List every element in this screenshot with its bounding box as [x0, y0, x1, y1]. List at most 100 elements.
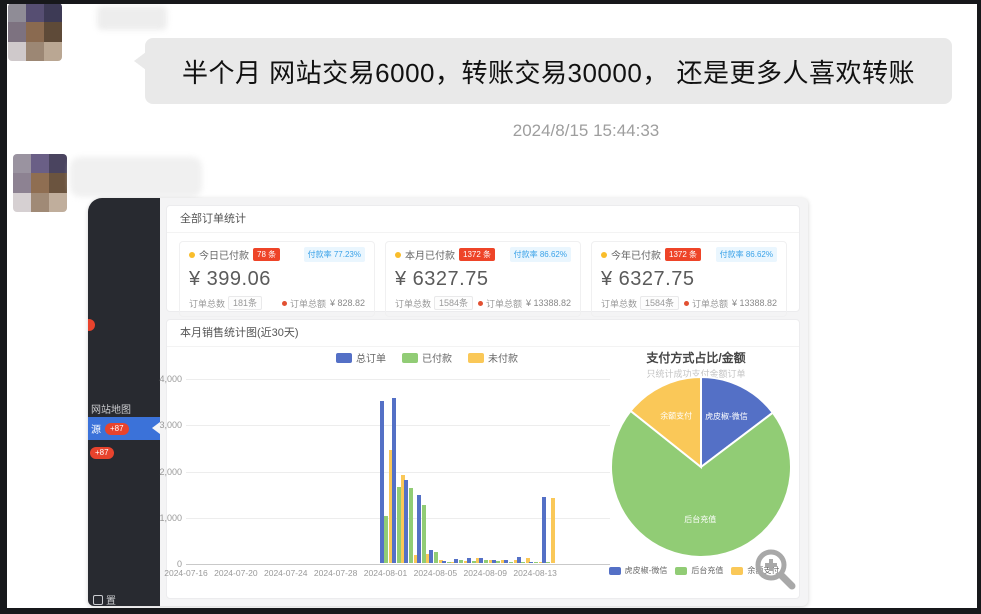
- avatar-pixel: [13, 154, 31, 173]
- bar-总订单-2024-08-03: [404, 480, 408, 563]
- avatar-pixel: [8, 22, 26, 41]
- pie-chart-title: 支付方式占比/金额: [591, 349, 801, 366]
- avatar-pixel: [26, 3, 44, 22]
- count-badge: 78 条: [253, 248, 280, 261]
- legend-item[interactable]: 已付款: [402, 350, 452, 365]
- bar-总订单-2024-08-08: [467, 558, 471, 563]
- avatar-pixel: [44, 42, 62, 61]
- stat-cards-row: 今日已付款 78 条 付款率 77.23% ¥ 399.06 订单总数 181条…: [167, 233, 799, 325]
- orange-dot-icon: [282, 301, 287, 306]
- yellow-dot-icon: [395, 252, 401, 258]
- y-axis-tick-label: 2,000: [146, 467, 182, 477]
- legend-swatch-icon: [675, 567, 687, 575]
- bar-已付款-2024-08-09: [484, 560, 488, 563]
- dashboard-screenshot[interactable]: 网站地图 源 +87 +87 置 全部订单统计 今日已付款 78 条: [88, 198, 808, 606]
- order-sum-label: 订单总额: [486, 297, 522, 310]
- gridline: [186, 472, 610, 473]
- avatar-pixel: [26, 42, 44, 61]
- bar-已付款-2024-08-04: [422, 505, 426, 563]
- count-badge: 1372 条: [459, 248, 495, 261]
- gridline: [186, 425, 610, 426]
- chat-message-text: 半个月 网站交易6000，转账交易30000， 还是更多人喜欢转账: [182, 53, 915, 90]
- sales-chart-panel: 本月销售统计图(近30天) 总订单已付款未付款 01,0002,0003,000…: [166, 319, 800, 599]
- y-axis-tick-label: 3,000: [146, 420, 182, 430]
- order-sum-value: ¥ 13388.82: [732, 298, 777, 308]
- avatar-pixel: [13, 173, 31, 192]
- bar-总订单-2024-08-11: [504, 560, 508, 563]
- legend-label: 后台充值: [691, 565, 723, 576]
- avatar-pixel: [49, 154, 67, 173]
- orders-panel-title: 全部订单统计: [167, 206, 799, 233]
- sales-panel-title: 本月销售统计图(近30天): [167, 320, 799, 347]
- stat-label: 今日已付款: [199, 247, 249, 262]
- avatar[interactable]: [8, 3, 62, 61]
- sidebar-item-label: 源: [91, 421, 101, 436]
- pie-chart: 虎皮椒-微信后台充值 余额支付: [608, 374, 794, 560]
- legend-swatch-icon: [609, 567, 621, 575]
- avatar-pixel: [49, 173, 67, 192]
- bar-总订单-2024-08-12: [517, 557, 521, 563]
- yellow-dot-icon: [601, 252, 607, 258]
- avatar[interactable]: [13, 154, 67, 212]
- legend-label: 未付款: [488, 350, 518, 365]
- sidebar-item-sitemap[interactable]: 网站地图: [91, 401, 131, 416]
- notification-dot: [88, 319, 95, 331]
- avatar-pixel: [26, 22, 44, 41]
- pie-slice-label: 虎皮椒-微信: [705, 411, 748, 421]
- avatar-pixel: [44, 3, 62, 22]
- bar-总订单-2024-08-14: [542, 497, 546, 563]
- legend-item[interactable]: 后台充值: [675, 565, 723, 576]
- bar-总订单-2024-08-05: [429, 550, 433, 563]
- bar-总订单-2024-08-02: [392, 398, 396, 563]
- pie-slice-label: 余额支付: [660, 411, 692, 421]
- avatar-pixel: [49, 193, 67, 212]
- bar-已付款-2024-08-12: [521, 562, 525, 563]
- avatar-pixel: [8, 3, 26, 22]
- chart-body: 总订单已付款未付款 01,0002,0003,0004,0002024-07-1…: [167, 347, 799, 601]
- stat-label: 本月已付款: [405, 247, 455, 262]
- bar-已付款-2024-08-08: [472, 561, 476, 563]
- sidebar-item-settings[interactable]: 置: [93, 592, 116, 606]
- admin-sidebar: 网站地图 源 +87 +87 置: [88, 198, 160, 606]
- y-axis-tick-label: 1,000: [146, 513, 182, 523]
- bar-已付款-2024-08-03: [409, 488, 413, 563]
- pay-rate-badge: 付款率 86.62%: [716, 247, 777, 262]
- legend-swatch-icon: [731, 567, 743, 575]
- zoom-in-icon[interactable]: [751, 545, 799, 593]
- bar-已付款-2024-08-14: [546, 562, 550, 563]
- order-sum-label: 订单总额: [692, 297, 728, 310]
- stat-card-month: 本月已付款 1372 条 付款率 86.62% ¥ 6327.75 订单总数 1…: [385, 241, 581, 317]
- order-count-value: 1584条: [434, 296, 473, 310]
- legend-item[interactable]: 未付款: [468, 350, 518, 365]
- order-count-label: 订单总数: [601, 297, 637, 310]
- order-count-label: 订单总数: [189, 297, 225, 310]
- bar-已付款-2024-08-02: [397, 487, 401, 563]
- order-sum-value: ¥ 13388.82: [526, 298, 571, 308]
- avatar-pixel: [31, 173, 49, 192]
- blurred-sender-name: [97, 6, 167, 30]
- legend-swatch-icon: [468, 353, 484, 363]
- pie-slice-label: 后台充值: [684, 514, 716, 524]
- count-badge: +87: [90, 447, 114, 459]
- legend-label: 总订单: [356, 350, 386, 365]
- bar-总订单-2024-08-06: [442, 561, 446, 563]
- orange-dot-icon: [684, 301, 689, 306]
- bar-已付款-2024-08-11: [509, 562, 513, 563]
- legend-item[interactable]: 总订单: [336, 350, 386, 365]
- amount-value: ¥ 399.06: [189, 268, 365, 291]
- avatar-pixel: [31, 154, 49, 173]
- bar-chart-legend: 总订单 已付款 未付款: [267, 350, 587, 365]
- pay-rate-badge: 付款率 77.23%: [304, 247, 365, 262]
- legend-swatch-icon: [402, 353, 418, 363]
- count-badge: 1372 条: [665, 248, 701, 261]
- stat-label: 今年已付款: [611, 247, 661, 262]
- order-sum-label: 订单总额: [290, 297, 326, 310]
- window-frame-left: [0, 0, 7, 614]
- bar-已付款-2024-08-07: [459, 560, 463, 563]
- gridline: [186, 379, 610, 380]
- bar-已付款-2024-08-06: [447, 562, 451, 563]
- legend-item[interactable]: 虎皮椒-微信: [609, 565, 668, 576]
- settings-icon: [93, 595, 103, 605]
- avatar-pixel: [13, 193, 31, 212]
- count-badge: +87: [105, 423, 129, 435]
